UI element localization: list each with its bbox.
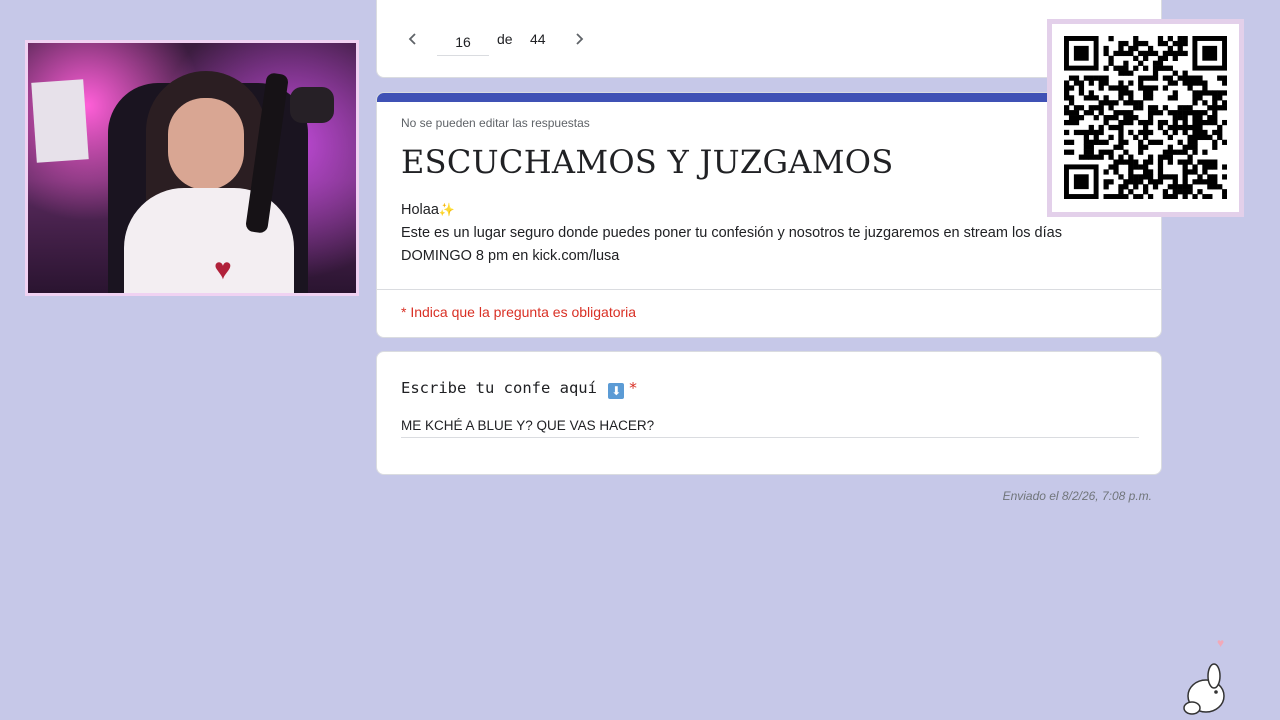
required-marker: *	[628, 379, 638, 397]
down-arrow-icon: ⬇	[608, 383, 625, 399]
chevron-right-icon	[576, 33, 584, 45]
microphone-icon	[290, 87, 334, 123]
wall-sign	[31, 79, 89, 163]
sparkle-icon: ✨	[438, 202, 456, 217]
page-navigator: de 44	[376, 0, 1162, 78]
form-header-card: No se pueden editar las respuestas ESCUC…	[376, 92, 1162, 338]
total-pages: 44	[530, 31, 546, 47]
bunny-icon	[1183, 663, 1225, 715]
webcam-feed: ♥	[25, 40, 359, 296]
page-number-input[interactable]	[437, 29, 489, 56]
question-card: Escribe tu confe aquí ⬇ * ME KCHÉ A BLUE …	[376, 351, 1162, 475]
heart-icon: ♥	[1217, 636, 1225, 650]
question-text: Escribe tu confe aquí	[401, 379, 597, 397]
qr-code-graphic	[1064, 36, 1227, 199]
edit-notice: No se pueden editar las respuestas	[401, 116, 590, 130]
accent-bar	[377, 93, 1161, 102]
answer-field: ME KCHÉ A BLUE Y? QUE VAS HACER?	[401, 418, 1139, 438]
sent-timestamp: Enviado el 8/2/26, 7:08 p.m.	[1002, 489, 1152, 503]
form-description: Holaa✨ Este es un lugar seguro donde pue…	[401, 198, 1121, 268]
page-of-label: de	[497, 31, 513, 47]
heart-print-icon: ♥	[214, 253, 232, 286]
chevron-left-icon	[408, 33, 416, 45]
streamer-face	[168, 98, 244, 190]
description-text: Este es un lugar seguro donde puedes pon…	[401, 225, 1062, 264]
next-page-button[interactable]	[567, 27, 591, 51]
qr-code	[1047, 19, 1244, 217]
divider	[377, 289, 1161, 290]
form-title: ESCUCHAMOS Y JUZGAMOS	[401, 143, 894, 181]
greeting-text: Holaa	[401, 202, 439, 218]
question-label: Escribe tu confe aquí ⬇ *	[401, 379, 638, 399]
required-notice: * Indica que la pregunta es obligatoria	[401, 304, 637, 320]
previous-page-button[interactable]	[401, 27, 425, 51]
